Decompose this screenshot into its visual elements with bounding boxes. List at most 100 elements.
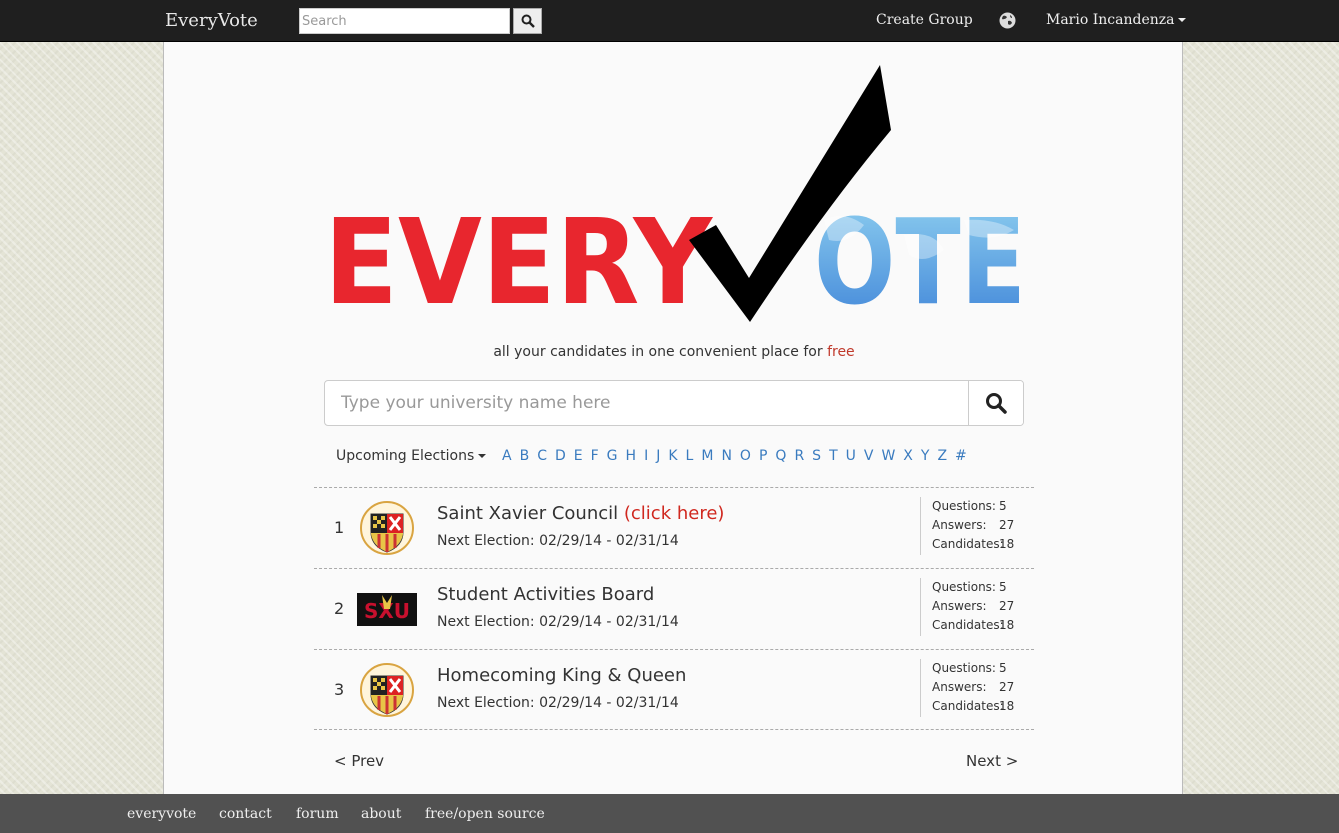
letter-filter-g[interactable]: G <box>607 448 618 464</box>
next-page-link[interactable]: Next > <box>966 752 1018 770</box>
footer-link-about[interactable]: about <box>361 806 401 822</box>
questions-count: 5 <box>999 661 1007 675</box>
letter-filter-h[interactable]: H <box>626 448 637 464</box>
letter-filter-a[interactable]: A <box>502 448 512 464</box>
letter-filter-m[interactable]: M <box>701 448 713 464</box>
election-stats: Questions: 5 Answers: 27 Candidates:18 <box>920 497 1014 555</box>
election-row[interactable]: 1 Saint Xavier Council (click here) Next… <box>314 487 1034 568</box>
election-name[interactable]: Saint Xavier Council (click here) <box>437 503 724 524</box>
footer-link-everyvote[interactable]: everyvote <box>127 806 196 822</box>
next-election-date: Next Election: 02/29/14 - 02/31/14 <box>437 614 679 630</box>
footer: everyvote contact forum about free/open … <box>0 794 1339 833</box>
questions-label: Questions: <box>932 661 996 675</box>
tagline-text: all your candidates in one convenient pl… <box>493 344 828 360</box>
election-row[interactable]: 2 SXU Student Activities Board Next Elec… <box>314 568 1034 649</box>
candidates-count: 18 <box>999 537 1015 551</box>
globe-icon[interactable] <box>999 12 1016 29</box>
election-number: 1 <box>334 518 345 537</box>
letter-filter-z[interactable]: Z <box>937 448 947 464</box>
letter-filter-o[interactable]: O <box>740 448 751 464</box>
upcoming-elections-dropdown[interactable]: Upcoming Elections <box>336 448 487 464</box>
election-name[interactable]: Student Activities Board <box>437 584 654 605</box>
letter-filter-p[interactable]: P <box>759 448 767 464</box>
questions-count: 5 <box>999 580 1007 594</box>
user-name: Mario Incandenza <box>1046 12 1175 28</box>
answers-label: Answers: <box>932 680 987 694</box>
crest-logo <box>360 663 414 717</box>
university-search-input[interactable] <box>325 381 969 425</box>
letter-filter-e[interactable]: E <box>574 448 583 464</box>
create-group-link[interactable]: Create Group <box>876 12 973 28</box>
search-icon <box>521 14 535 28</box>
questions-label: Questions: <box>932 499 996 513</box>
answers-count: 27 <box>999 518 1015 532</box>
chevron-down-icon <box>478 454 487 458</box>
election-stats: Questions: 5 Answers: 27 Candidates:18 <box>920 578 1014 636</box>
letter-filter-n[interactable]: N <box>721 448 731 464</box>
tagline-free: free <box>827 344 855 360</box>
letter-filter-c[interactable]: C <box>537 448 547 464</box>
footer-link-contact[interactable]: contact <box>219 806 272 822</box>
crest-logo <box>360 501 414 555</box>
questions-label: Questions: <box>932 580 996 594</box>
content-panel: EVERY OTE all your candidates in one con… <box>163 42 1183 794</box>
letter-filter-j[interactable]: J <box>656 448 660 464</box>
user-menu-toggle[interactable]: Mario Incandenza <box>1046 12 1187 28</box>
everyvote-logo: EVERY OTE <box>324 65 1026 325</box>
candidates-count: 18 <box>999 699 1015 713</box>
election-title: Saint Xavier Council <box>437 503 619 524</box>
tagline: all your candidates in one convenient pl… <box>164 344 1184 360</box>
candidates-count: 18 <box>999 618 1015 632</box>
election-title: Homecoming King & Queen <box>437 665 687 686</box>
election-row[interactable]: 3 Homecoming King & Queen Next Election:… <box>314 649 1034 730</box>
university-search-button[interactable] <box>968 381 1023 425</box>
letter-filter-s[interactable]: S <box>812 448 821 464</box>
answers-count: 27 <box>999 599 1015 613</box>
chevron-down-icon <box>1178 18 1187 22</box>
letter-filter-v[interactable]: V <box>864 448 874 464</box>
letter-filter-q[interactable]: Q <box>775 448 786 464</box>
elections-list: 1 Saint Xavier Council (click here) Next… <box>314 487 1034 730</box>
svg-text:SXU: SXU <box>364 599 410 623</box>
letter-filter-d[interactable]: D <box>555 448 566 464</box>
footer-link-forum[interactable]: forum <box>296 806 339 822</box>
letter-filter-k[interactable]: K <box>668 448 677 464</box>
search-icon <box>986 393 1007 414</box>
election-logo[interactable]: SXU <box>356 581 418 637</box>
letter-filter-t[interactable]: T <box>829 448 838 464</box>
click-here-link[interactable]: (click here) <box>624 503 725 524</box>
letter-filter-b[interactable]: B <box>520 448 530 464</box>
answers-label: Answers: <box>932 599 987 613</box>
next-election-date: Next Election: 02/29/14 - 02/31/14 <box>437 533 679 549</box>
letter-filter-f[interactable]: F <box>591 448 599 464</box>
letter-filter-hash[interactable]: # <box>955 448 967 464</box>
questions-count: 5 <box>999 499 1007 513</box>
sxu-banner-logo: SXU <box>357 593 417 626</box>
election-title: Student Activities Board <box>437 584 655 605</box>
alphabet-filter: A B C D E F G H I J K L M N O P Q R S T U V W X Y Z # <box>502 448 975 464</box>
answers-count: 27 <box>999 680 1015 694</box>
letter-filter-y[interactable]: Y <box>921 448 930 464</box>
letter-filter-w[interactable]: W <box>881 448 895 464</box>
election-number: 3 <box>334 680 345 699</box>
brand-link[interactable]: EveryVote <box>165 10 258 31</box>
election-logo[interactable] <box>356 662 418 718</box>
letter-filter-u[interactable]: U <box>846 448 856 464</box>
election-logo[interactable] <box>356 500 418 556</box>
top-navbar: EveryVote Create Group Mario Incandenza <box>0 0 1339 42</box>
election-name[interactable]: Homecoming King & Queen <box>437 665 686 686</box>
candidates-label: Candidates: <box>932 537 1004 551</box>
nav-search-input[interactable] <box>299 8 510 34</box>
answers-label: Answers: <box>932 518 987 532</box>
letter-filter-r[interactable]: R <box>794 448 804 464</box>
prev-page-link[interactable]: < Prev <box>334 752 384 770</box>
letter-filter-x[interactable]: X <box>903 448 913 464</box>
letter-filter-i[interactable]: I <box>644 448 648 464</box>
letter-filter-l[interactable]: L <box>686 448 694 464</box>
footer-link-open-source[interactable]: free/open source <box>425 806 545 822</box>
election-number: 2 <box>334 599 345 618</box>
candidates-label: Candidates: <box>932 618 1004 632</box>
logo-text-every: EVERY <box>324 193 713 325</box>
candidates-label: Candidates: <box>932 699 1004 713</box>
nav-search-button[interactable] <box>513 8 542 34</box>
